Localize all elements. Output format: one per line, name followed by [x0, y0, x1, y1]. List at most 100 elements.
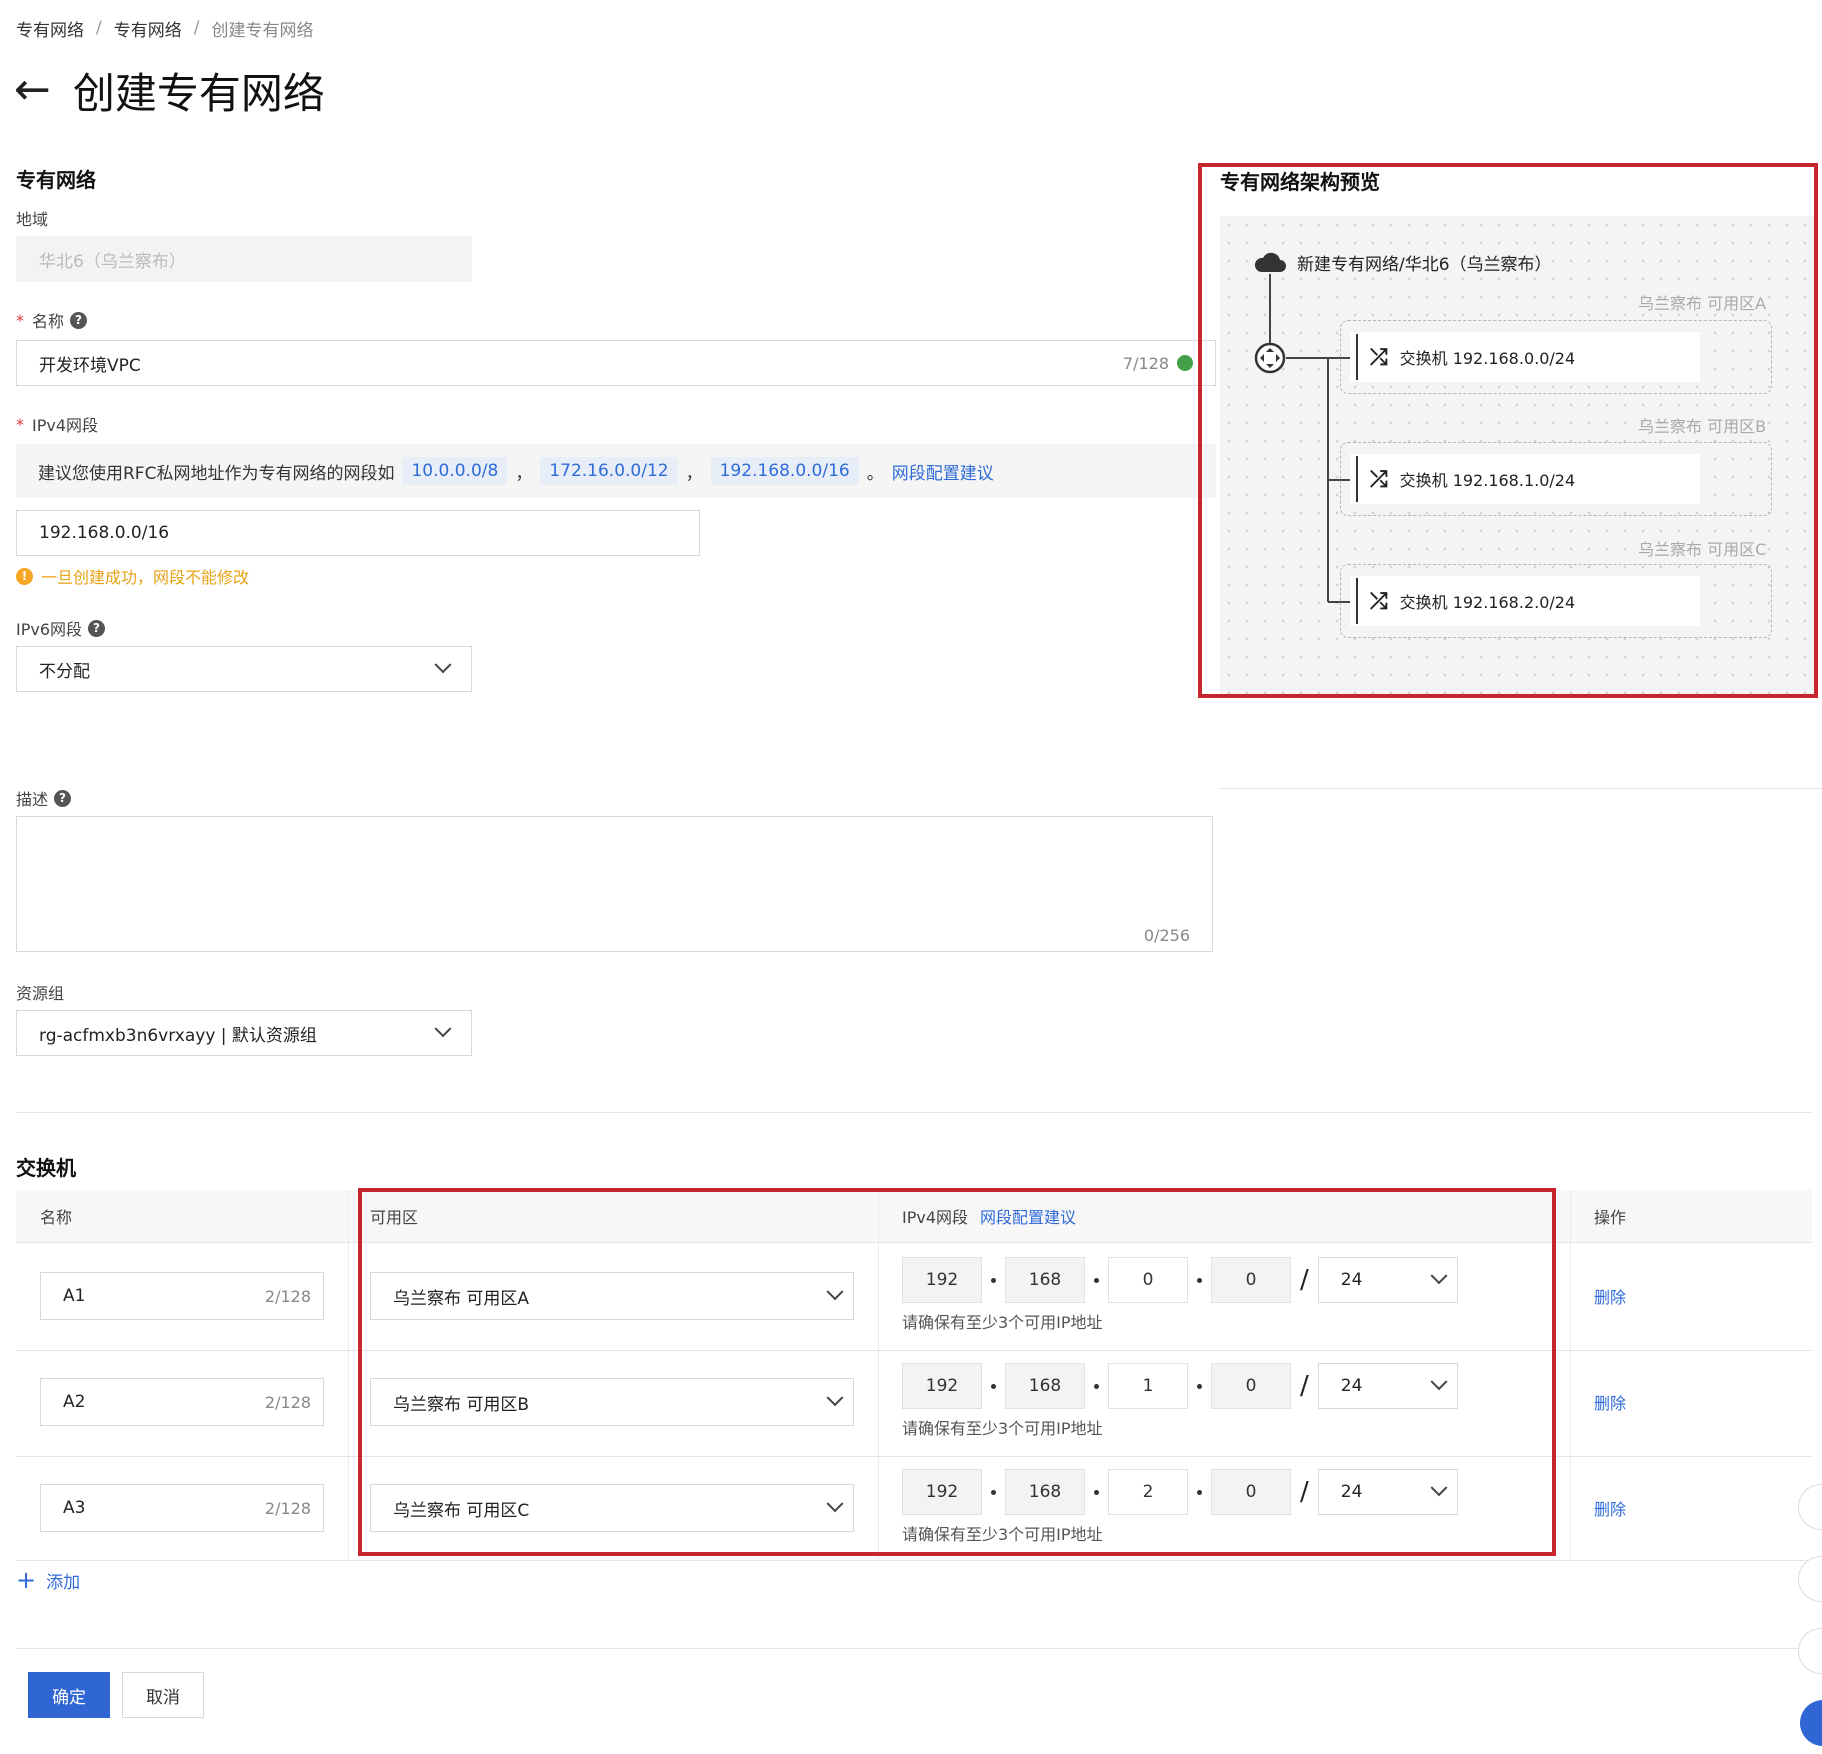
column-divider — [1570, 1190, 1571, 1560]
desc-char-count: 0/256 — [1143, 926, 1190, 945]
switch-name-value: A1 — [63, 1286, 86, 1306]
switch-node-label: 交换机 192.168.0.0/24 — [1399, 349, 1576, 368]
period: 。 — [866, 463, 884, 484]
col-header-action: 操作 — [1594, 1208, 1627, 1227]
desc-textarea[interactable]: 0/256 — [16, 816, 1213, 952]
name-input[interactable]: 开发环境VPC 7/128 — [16, 340, 1216, 386]
help-icon[interactable]: ? — [54, 789, 72, 807]
breadcrumb-separator: / — [96, 18, 102, 38]
cloud-icon — [1254, 252, 1286, 272]
delete-row-link[interactable]: 删除 — [1594, 1284, 1626, 1308]
ipv6-select[interactable]: 不分配 — [16, 646, 472, 692]
floating-tool-button[interactable] — [1798, 1484, 1822, 1530]
switch-icon: ⤮ — [1370, 344, 1388, 370]
zone-label: 乌兰察布 可用区C — [1638, 540, 1767, 559]
divider — [16, 1648, 1812, 1649]
switch-node-label: 交换机 192.168.1.0/24 — [1399, 471, 1576, 490]
ipv6-select-value: 不分配 — [39, 661, 90, 682]
switch-name-input[interactable]: A3 2/128 — [40, 1484, 324, 1532]
switch-icon: ⤮ — [1370, 466, 1388, 492]
switch-name-value: A2 — [63, 1392, 86, 1412]
region-field: 华北6（乌兰察布） — [16, 236, 472, 282]
warning-icon: ! — [16, 567, 33, 585]
add-switch-label: 添加 — [46, 1572, 81, 1593]
region-value: 华北6（乌兰察布） — [39, 251, 186, 272]
preview-vpc-name: 新建专有网络/华北6（乌兰察布） — [1297, 255, 1552, 275]
ipv4-suggest-tag[interactable]: 10.0.0.0/8 — [402, 457, 508, 485]
row-divider — [16, 1560, 1812, 1561]
name-input-value: 开发环境VPC — [39, 355, 141, 376]
name-label: 名称 — [32, 312, 65, 331]
required-mark: * — [16, 310, 24, 330]
page-title: 创建专有网络 — [72, 68, 325, 118]
cancel-button[interactable]: 取消 — [122, 1672, 204, 1718]
switch-name-input[interactable]: A2 2/128 — [40, 1378, 324, 1426]
delete-row-link[interactable]: 删除 — [1594, 1496, 1626, 1520]
router-icon — [1254, 342, 1286, 374]
highlight-box — [358, 1188, 1556, 1556]
ipv4-warning-text: 一旦创建成功，网段不能修改 — [41, 568, 250, 587]
switch-name-count: 2/128 — [264, 1392, 311, 1412]
comma: ， — [685, 463, 703, 484]
chevron-down-icon — [434, 656, 452, 674]
preview-heading: 专有网络架构预览 — [1220, 170, 1380, 194]
zone-label: 乌兰察布 可用区A — [1638, 294, 1767, 313]
switch-node-label: 交换机 192.168.2.0/24 — [1399, 593, 1576, 612]
help-icon[interactable]: ? — [70, 311, 88, 329]
ipv4-tip-bar: 建议您使用RFC私网地址作为专有网络的网段如 10.0.0.0/8 ， 172.… — [16, 444, 1216, 498]
required-mark: * — [16, 414, 24, 434]
switch-connector-bar — [1356, 334, 1358, 380]
divider — [16, 1112, 1812, 1113]
divider — [1220, 788, 1822, 789]
name-label-row: * 名称 ? — [16, 308, 88, 332]
switch-name-count: 2/128 — [264, 1498, 311, 1518]
back-arrow-icon[interactable]: ← — [14, 68, 51, 112]
switch-node: ⤮ 交换机 192.168.1.0/24 — [1350, 454, 1700, 504]
ipv6-label-row: IPv6网段 ? — [16, 616, 106, 640]
floating-help-button[interactable] — [1800, 1700, 1822, 1746]
switch-node: ⤮ 交换机 192.168.0.0/24 — [1350, 332, 1700, 382]
breadcrumb-separator: / — [193, 18, 200, 38]
ipv4-warning: ! 一旦创建成功，网段不能修改 — [16, 564, 249, 588]
switch-name-value: A3 — [63, 1498, 86, 1518]
ipv6-label: IPv6网段 — [16, 620, 83, 639]
help-icon[interactable]: ? — [88, 619, 106, 637]
rg-select-value: rg-acfmxb3n6vrxayy | 默认资源组 — [39, 1025, 317, 1046]
switch-icon: ⤮ — [1370, 588, 1388, 614]
ipv4-label: IPv4网段 — [32, 416, 99, 435]
page-header: ← 创建专有网络 — [14, 60, 325, 120]
desc-label-row: 描述 ? — [16, 786, 72, 810]
col-header-name: 名称 — [40, 1208, 73, 1227]
chevron-down-icon — [434, 1020, 452, 1038]
floating-tool-button[interactable] — [1798, 1628, 1822, 1674]
switch-name-count: 2/128 — [264, 1286, 311, 1306]
ipv4-suggest-tag[interactable]: 192.168.0.0/16 — [710, 457, 859, 485]
switch-section-heading: 交换机 — [16, 1156, 76, 1180]
ipv4-cidr-input[interactable]: 192.168.0.0/16 — [16, 510, 700, 556]
zone-label: 乌兰察布 可用区B — [1638, 417, 1767, 436]
breadcrumb: 专有网络 / 专有网络 / 创建专有网络 — [16, 16, 314, 41]
switch-connector-bar — [1356, 456, 1358, 502]
delete-row-link[interactable]: 删除 — [1594, 1390, 1626, 1414]
switch-connector-bar — [1356, 578, 1358, 624]
rg-label: 资源组 — [16, 984, 65, 1003]
ipv4-suggest-tag[interactable]: 172.16.0.0/12 — [540, 457, 678, 485]
breadcrumb-current: 创建专有网络 — [211, 20, 314, 41]
floating-tool-button[interactable] — [1798, 1556, 1822, 1602]
ipv4-tip-text: 建议您使用RFC私网地址作为专有网络的网段如 — [38, 463, 395, 484]
plus-icon: + — [16, 1566, 37, 1594]
switch-node: ⤮ 交换机 192.168.2.0/24 — [1350, 576, 1700, 626]
switch-name-input[interactable]: A1 2/128 — [40, 1272, 324, 1320]
breadcrumb-item[interactable]: 专有网络 — [16, 16, 84, 41]
check-ok-icon — [1177, 355, 1193, 371]
breadcrumb-item[interactable]: 专有网络 — [114, 16, 182, 41]
confirm-button[interactable]: 确定 — [28, 1672, 110, 1718]
desc-label: 描述 — [16, 790, 49, 809]
resource-group-select[interactable]: rg-acfmxb3n6vrxayy | 默认资源组 — [16, 1010, 472, 1056]
name-char-count: 7/128 — [1122, 353, 1169, 373]
region-label: 地域 — [16, 210, 49, 229]
ipv4-advice-link[interactable]: 网段配置建议 — [892, 459, 994, 484]
column-divider — [348, 1190, 349, 1560]
add-switch-button[interactable]: + 添加 — [16, 1566, 80, 1594]
ipv4-cidr-value: 192.168.0.0/16 — [39, 523, 170, 543]
